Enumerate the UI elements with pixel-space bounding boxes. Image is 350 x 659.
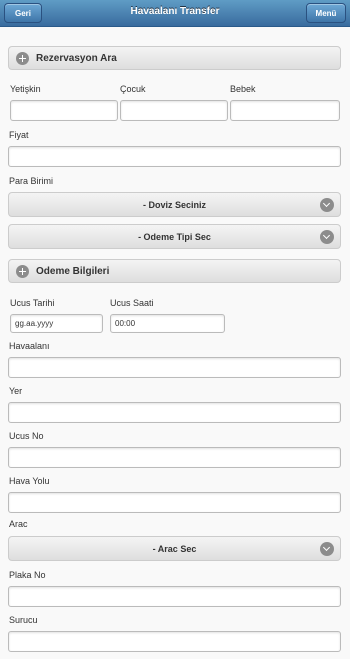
reservation-heading: Rezervasyon Ara: [36, 52, 117, 64]
driver-input[interactable]: [8, 631, 341, 652]
child-input[interactable]: [120, 100, 228, 121]
baby-label: Bebek: [230, 84, 256, 94]
plus-circle-icon: [16, 264, 29, 278]
chevron-down-icon: [320, 542, 334, 556]
currency-select-value: - Doviz Seciniz: [142, 199, 206, 210]
airport-label: Havaalanı: [9, 341, 50, 351]
flight-time-input[interactable]: 00:00: [110, 314, 225, 333]
chevron-down-icon: [320, 230, 334, 244]
adult-label: Yetişkin: [10, 84, 41, 94]
airline-label: Hava Yolu: [9, 476, 50, 486]
plate-label: Plaka No: [9, 570, 46, 580]
plate-input[interactable]: [8, 586, 341, 607]
flight-no-label: Ucus No: [9, 431, 44, 441]
vehicle-select[interactable]: - Arac Sec: [8, 536, 341, 561]
flight-time-label: Ucus Saati: [110, 298, 154, 308]
vehicle-label: Arac: [9, 519, 28, 529]
chevron-down-icon: [320, 198, 334, 212]
driver-label: Surucu: [9, 615, 38, 625]
payment-heading: Odeme Bilgileri: [36, 265, 110, 277]
flight-date-input[interactable]: gg.aa.yyyy: [10, 314, 103, 333]
adult-input[interactable]: [10, 100, 118, 121]
page-title: Havaalanı Transfer: [130, 6, 220, 17]
flight-date-label: Ucus Tarihi: [10, 298, 55, 308]
app-header: Geri Havaalanı Transfer Menü: [0, 0, 350, 27]
airline-input[interactable]: [8, 492, 341, 513]
price-input[interactable]: [8, 146, 341, 167]
payment-section-header[interactable]: Odeme Bilgileri: [8, 259, 341, 283]
payment-type-select[interactable]: - Odeme Tipi Sec: [8, 224, 341, 249]
child-label: Çocuk: [120, 84, 146, 94]
vehicle-select-value: - Arac Sec: [152, 543, 197, 554]
airport-input[interactable]: [8, 357, 341, 378]
currency-label: Para Birimi: [9, 176, 54, 186]
currency-select[interactable]: - Doviz Seciniz: [8, 192, 341, 217]
menu-button[interactable]: Menü: [306, 3, 346, 23]
flight-no-input[interactable]: [8, 447, 341, 468]
reservation-section-header[interactable]: Rezervasyon Ara: [8, 46, 341, 70]
payment-type-select-value: - Odeme Tipi Sec: [138, 231, 211, 242]
plus-circle-icon: [16, 51, 29, 65]
price-label: Fiyat: [9, 130, 29, 140]
baby-input[interactable]: [230, 100, 340, 121]
place-input[interactable]: [8, 402, 341, 423]
place-label: Yer: [9, 386, 23, 396]
